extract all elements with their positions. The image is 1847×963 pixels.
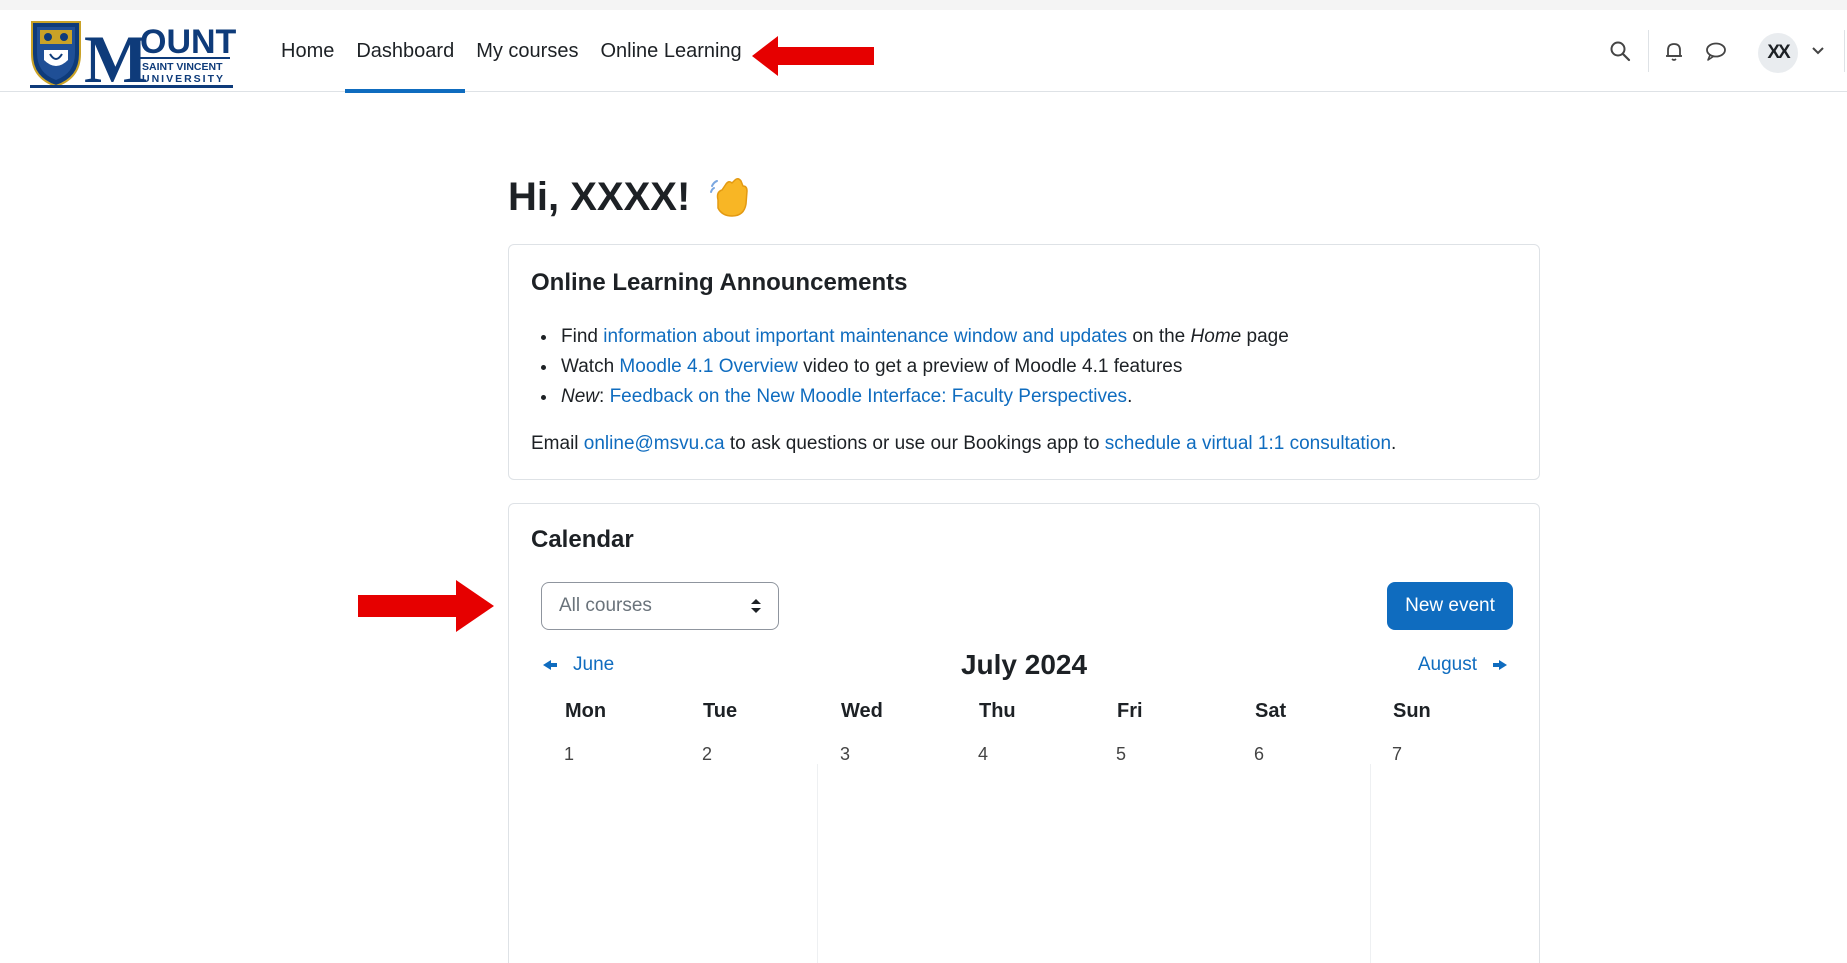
ann-text: on the [1127,326,1191,347]
calendar-day[interactable]: 3 [818,744,956,765]
ann-text: . [1127,386,1133,407]
weekday-wed: Wed [841,700,883,722]
announcements-title: Online Learning Announcements [531,269,908,296]
next-month-link[interactable]: August [1418,654,1507,676]
calendar-title: Calendar [531,526,634,553]
calendar-day[interactable]: 7 [1370,744,1508,765]
nav-online-learning[interactable]: Online Learning [589,10,752,92]
logo-initial: M [84,21,148,90]
annotation-arrow-left [752,36,874,76]
weekday-sat: Sat [1255,700,1287,722]
greeting-text: Hi, XXXX! [508,174,691,219]
course-filter-select[interactable]: All courses [541,582,779,630]
weekday-sun: Sun [1393,700,1431,722]
top-navbar: M OUNT SAINT VINCENT UNIVERSITY Home Das… [0,10,1847,97]
logo-word: OUNT [140,23,236,61]
nav-online-learning-label: Online Learning [600,39,742,62]
logo-line2: UNIVERSITY [142,73,225,85]
user-initials: XX [1767,42,1790,63]
nav-divider [1648,30,1649,72]
calendar-day[interactable]: 5 [1094,744,1232,765]
ann-text: Watch [561,356,620,377]
current-month-title: July 2024 [509,649,1539,681]
search-icon[interactable] [1605,36,1635,66]
page: M OUNT SAINT VINCENT UNIVERSITY Home Das… [0,0,1847,963]
nav-home-label: Home [281,39,335,62]
annotation-arrow-right [358,580,494,632]
calendar-day[interactable]: 1 [542,744,680,765]
list-item: Watch Moodle 4.1 Overview video to get a… [531,352,1289,382]
ann-text: video to get a preview of Moodle 4.1 fea… [797,356,1183,377]
weekday-fri: Fri [1117,700,1143,722]
nav-my-courses-label: My courses [476,39,579,62]
current-month-label: July 2024 [960,649,1088,680]
nav-right-edge [1844,30,1845,72]
calendar-day[interactable]: 4 [956,744,1094,765]
ann-text: . [1391,433,1397,454]
logo-underline [30,85,233,88]
waving-hand-icon [710,177,749,217]
calendar-day[interactable]: 6 [1232,744,1370,765]
next-month-label: August [1417,654,1477,675]
calendar-day[interactable]: 2 [680,744,818,765]
weekday-tue: Tue [703,700,738,722]
nav-home[interactable]: Home [270,10,345,92]
announcements-email-line: Email online@msvu.ca to ask questions or… [531,433,1396,455]
window-top-strip [0,0,1847,10]
select-caret-icon [751,599,761,613]
page-title: Hi, XXXX! [508,174,754,220]
calendar-column-divider [817,764,818,963]
email-link[interactable]: online@msvu.ca [584,433,725,454]
ann-text: Email [531,433,584,454]
chevron-down-icon[interactable] [1803,36,1833,66]
nav-dashboard[interactable]: Dashboard [345,10,466,93]
calendar-column-divider [1370,764,1371,963]
list-item: Find information about important mainten… [531,322,1289,352]
course-filter-value: All courses [559,595,652,616]
ann-text: page [1241,326,1289,347]
arrow-right-icon [1493,660,1507,670]
calendar-card: Calendar All courses New event June July… [508,503,1540,963]
calendar-weekday-header: Mon Tue Wed Thu Fri Sat Sun [542,700,1508,723]
feedback-link[interactable]: Feedback on the New Moodle Interface: Fa… [610,386,1127,407]
moodle-overview-link[interactable]: Moodle 4.1 Overview [619,356,797,377]
new-event-button[interactable]: New event [1387,582,1513,630]
ann-em: New [561,386,600,407]
bell-icon[interactable] [1659,36,1689,66]
logo-line1: SAINT VINCENT [142,61,223,73]
ann-text: : [599,386,610,407]
msvu-logo-image: M OUNT SAINT VINCENT UNIVERSITY [31,21,237,97]
list-item: New: Feedback on the New Moodle Interfac… [531,382,1289,412]
ann-text: to ask questions or use our Bookings app… [724,433,1105,454]
primary-navigation: Home Dashboard My courses Online Learnin… [270,10,753,93]
ann-em: Home [1190,326,1242,347]
msvu-logo[interactable]: M OUNT SAINT VINCENT UNIVERSITY [28,16,237,97]
announcements-list: Find information about important mainten… [531,322,1289,412]
user-avatar[interactable]: XX [1758,33,1798,73]
consultation-link[interactable]: schedule a virtual 1:1 consultation [1105,433,1391,454]
announcements-card: Online Learning Announcements Find infor… [508,244,1540,480]
weekday-thu: Thu [979,700,1016,722]
ann-text: Find [561,326,604,347]
maintenance-link[interactable]: information about important maintenance … [603,326,1127,347]
calendar-week-row: 1 2 3 4 5 6 7 [542,744,1508,765]
nav-dashboard-label: Dashboard [356,39,455,62]
weekday-mon: Mon [565,700,607,722]
nav-my-courses[interactable]: My courses [465,10,589,92]
message-icon[interactable] [1701,36,1731,66]
